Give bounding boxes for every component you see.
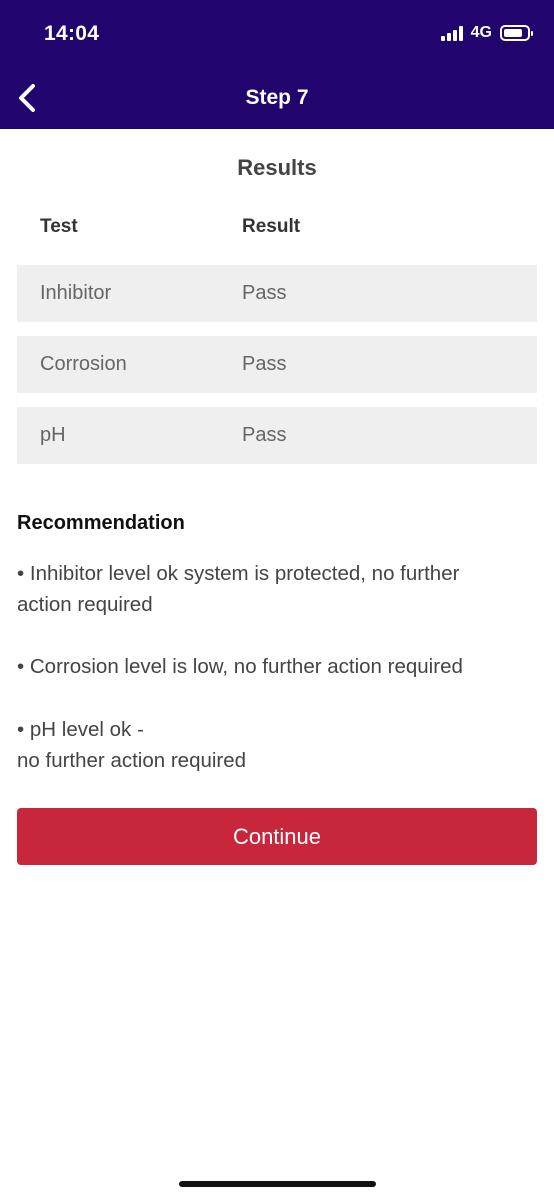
test-result: Pass xyxy=(242,353,287,375)
signal-icon xyxy=(440,25,463,41)
page-title: Step 7 xyxy=(245,86,309,109)
test-result: Pass xyxy=(242,282,287,304)
recommendation-text: • pH level ok - xyxy=(17,718,144,741)
results-table-header: Test Result xyxy=(17,216,537,244)
recommendation-item: • Corrosion level is low, no further act… xyxy=(17,651,537,682)
recommendation-text: no further action required xyxy=(17,749,247,772)
test-name: Corrosion xyxy=(40,353,127,375)
recommendation-text: • Inhibitor level ok system is protected… xyxy=(17,562,460,585)
header-bar: 14:04 4G Step 7 xyxy=(0,0,554,129)
table-row: Inhibitor Pass xyxy=(17,265,537,322)
table-row: Corrosion Pass xyxy=(17,336,537,393)
battery-level xyxy=(504,29,522,37)
recommendation-item: • Inhibitor level ok system is protected… xyxy=(17,558,537,620)
status-indicators: 4G xyxy=(440,24,533,42)
recommendation-text: action required xyxy=(17,593,153,616)
status-time: 14:04 xyxy=(44,22,100,45)
battery-icon xyxy=(500,25,533,41)
network-type: 4G xyxy=(470,24,492,41)
results-title: Results xyxy=(237,155,317,180)
continue-button[interactable]: Continue xyxy=(17,808,537,865)
home-indicator[interactable] xyxy=(179,1181,376,1187)
recommendation-title: Recommendation xyxy=(17,512,185,534)
screen: 14:04 4G Step 7 Results Test Result Inhi… xyxy=(0,0,554,1200)
recommendation-text: • Corrosion level is low, no further act… xyxy=(17,655,463,678)
test-result: Pass xyxy=(242,424,287,446)
column-header-result: Result xyxy=(242,216,301,237)
test-name: Inhibitor xyxy=(40,282,112,304)
recommendation-item: • pH level ok - no further action requir… xyxy=(17,714,537,776)
test-name: pH xyxy=(40,424,66,446)
column-header-test: Test xyxy=(40,216,78,237)
table-row: pH Pass xyxy=(17,407,537,464)
